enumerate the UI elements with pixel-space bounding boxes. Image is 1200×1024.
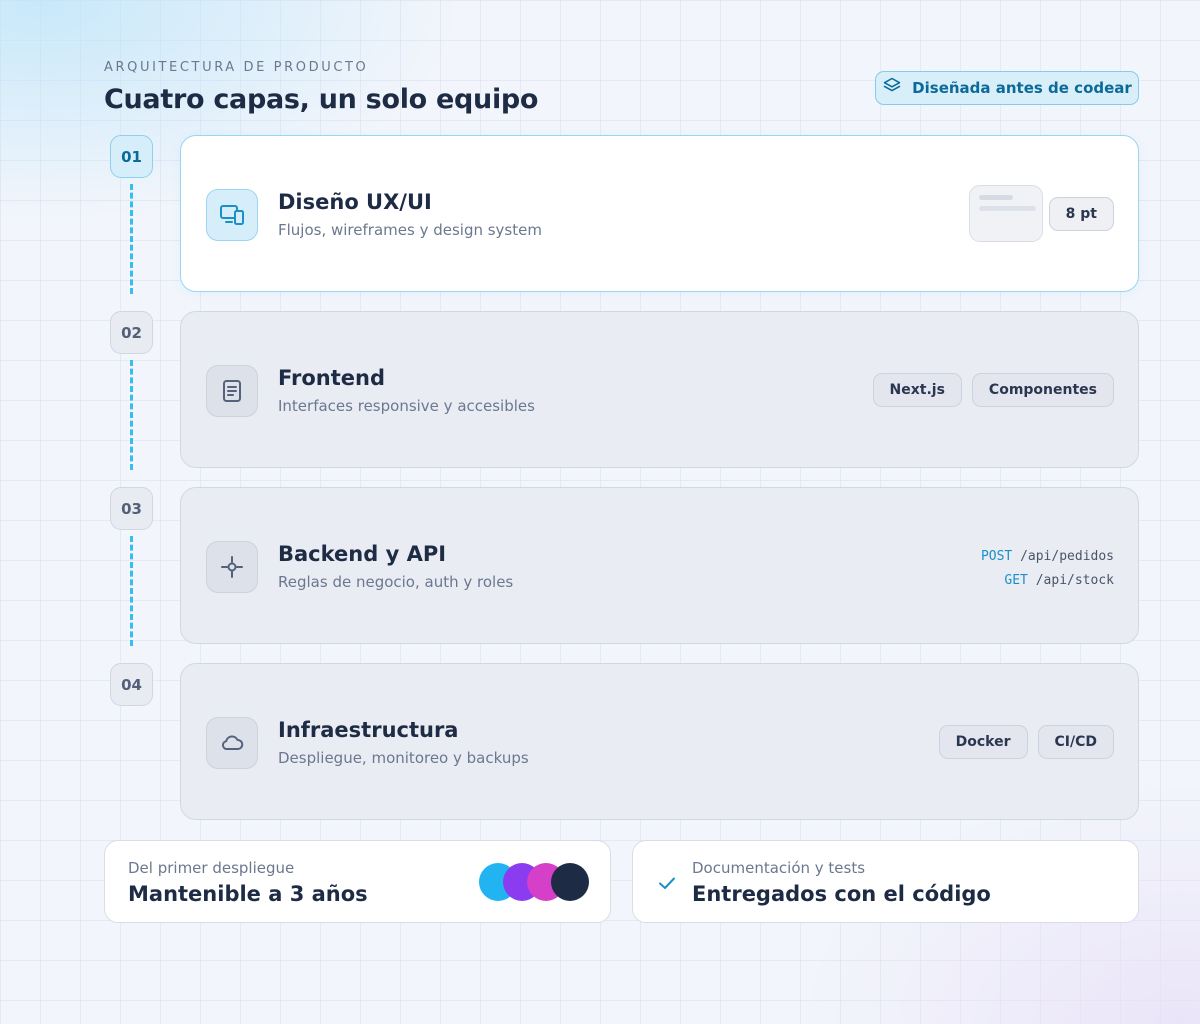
color-swatch [551, 863, 589, 901]
endpoint-row: POST /api/pedidos [981, 545, 1114, 569]
eyebrow-label: ARQUITECTURA DE PRODUCTO [104, 60, 369, 75]
grid-unit-chip: 8 pt [1048, 197, 1114, 231]
layers-icon [882, 76, 902, 100]
wireframe-preview [969, 185, 1043, 242]
docs-tests-stat-card: Documentación y tests Entregados con el … [632, 840, 1139, 923]
step-connector [130, 536, 133, 646]
layer-title: Diseño UX/UI [278, 190, 432, 214]
layer-card-design[interactable]: Diseño UX/UI Flujos, wireframes y design… [180, 135, 1139, 292]
step-connector [130, 184, 133, 294]
step-marker-04: 04 [110, 663, 153, 706]
devices-icon [206, 189, 258, 241]
check-icon [659, 877, 675, 889]
designed-first-badge: Diseñada antes de codear [875, 71, 1139, 105]
stat-label: Del primer despliegue [128, 859, 295, 877]
tech-chip: CI/CD [1037, 725, 1114, 759]
step-marker-02: 02 [110, 311, 153, 354]
document-icon [206, 365, 258, 417]
layer-subtitle: Interfaces responsive y accesibles [278, 397, 535, 415]
endpoint-path: /api/pedidos [1020, 549, 1114, 564]
http-method: POST [980, 549, 1013, 564]
step-connector [130, 360, 133, 470]
crosshair-icon [206, 541, 258, 593]
tech-chip: Docker [938, 725, 1028, 759]
layer-subtitle: Despliegue, monitoreo y backups [278, 749, 529, 767]
endpoint-row: GET /api/stock [981, 569, 1114, 593]
cloud-icon [206, 717, 258, 769]
tech-chip: Componentes [971, 373, 1114, 407]
page-title: Cuatro capas, un solo equipo [104, 84, 539, 115]
layer-title: Frontend [278, 366, 385, 390]
layer-title: Backend y API [278, 542, 447, 566]
layer-title: Infraestructura [278, 718, 459, 742]
stat-label: Documentación y tests [692, 859, 866, 877]
stat-value: Entregados con el código [692, 882, 991, 906]
layer-card-frontend[interactable]: Frontend Interfaces responsive y accesib… [180, 311, 1139, 468]
endpoint-path: /api/stock [1035, 573, 1114, 588]
api-endpoints: POST /api/pedidos GET /api/stock [981, 545, 1114, 593]
http-method: GET [1004, 573, 1028, 588]
step-marker-01: 01 [110, 135, 153, 178]
layer-subtitle: Reglas de negocio, auth y roles [278, 573, 514, 591]
color-swatches [479, 863, 589, 901]
badge-label: Diseñada antes de codear [912, 79, 1132, 97]
step-marker-03: 03 [110, 487, 153, 530]
layer-subtitle: Flujos, wireframes y design system [278, 221, 542, 239]
stat-value: Mantenible a 3 años [128, 882, 368, 906]
layer-card-backend[interactable]: Backend y API Reglas de negocio, auth y … [180, 487, 1139, 644]
maintainability-stat-card: Del primer despliegue Mantenible a 3 año… [104, 840, 611, 923]
tech-chip: Next.js [872, 373, 962, 407]
layer-card-infrastructure[interactable]: Infraestructura Despliegue, monitoreo y … [180, 663, 1139, 820]
